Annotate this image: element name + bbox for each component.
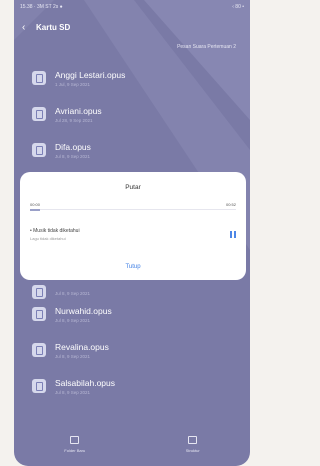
file-meta: Jul 8, 9 Sep 2021: [55, 153, 91, 159]
file-icon: [32, 143, 46, 157]
now-playing-row: • Musik tidak diketahui Lagu tidak diket…: [30, 228, 236, 242]
folder-name: Pesan Suara Pertemuan 2: [177, 44, 236, 50]
back-arrow-icon[interactable]: ‹: [22, 22, 36, 33]
file-icon: [32, 285, 46, 299]
app-header: ‹ Kartu SD: [14, 14, 250, 40]
file-icon: [32, 107, 46, 121]
phone-screen: 15.38 · 3M ST 2s ● ‹ 80 • ‹ Kartu SD Pes…: [14, 0, 250, 466]
file-name: Anggi Lestari.opus: [55, 69, 126, 80]
file-meta: 1 Jul, 9 Sep 2021: [55, 81, 91, 87]
status-right: ‹ 80 •: [232, 4, 244, 10]
total-time: 00:52: [225, 202, 236, 207]
bottom-bar: Folder Baru Struktur: [14, 422, 250, 466]
progress-slider[interactable]: [30, 208, 236, 211]
progress-fill: [30, 208, 41, 211]
file-meta: Jul 8, 9 Sep 2021: [55, 353, 91, 359]
file-name: Avriani.opus: [55, 105, 102, 116]
list-item[interactable]: Revalina.opus Jul 8, 9 Sep 2021: [32, 334, 240, 366]
file-meta: Jul 8, 9 Sep 2021: [55, 290, 91, 296]
dialog-title: Putar: [125, 184, 141, 191]
file-name: Difa.opus: [55, 141, 91, 152]
structure-button[interactable]: Struktur: [185, 435, 200, 453]
new-folder-label: Folder Baru: [64, 447, 86, 453]
play-dialog: Putar 00:00 00:52 • Musik tidak diketahu…: [20, 172, 246, 280]
list-item[interactable]: Salsabilah.opus Jul 8, 9 Sep 2021: [32, 370, 240, 402]
page-title: Kartu SD: [36, 22, 71, 32]
file-meta: Jul 8, 9 Sep 2021: [55, 389, 91, 395]
structure-label: Struktur: [185, 447, 200, 453]
now-playing-title: • Musik tidak diketahui: [30, 228, 80, 234]
file-icon: [32, 307, 46, 321]
current-time: 00:00: [30, 202, 41, 207]
list-item[interactable]: Nurwahid.opus Jul 8, 9 Sep 2021: [32, 298, 240, 330]
file-icon: [32, 343, 46, 357]
file-name: Nurwahid.opus: [55, 305, 112, 316]
status-bar: 15.38 · 3M ST 2s ● ‹ 80 •: [14, 0, 250, 14]
pause-icon[interactable]: [230, 231, 236, 238]
close-button[interactable]: Tutup: [20, 264, 246, 270]
list-item[interactable]: Anggi Lestari.opus 1 Jul, 9 Sep 2021: [32, 62, 240, 94]
list-item[interactable]: Difa.opus Jul 8, 9 Sep 2021: [32, 134, 240, 166]
list-item[interactable]: Avriani.opus Jul 28, 9 Sep 2021: [32, 98, 240, 130]
file-meta: Jul 28, 9 Sep 2021: [55, 117, 93, 123]
file-name: Revalina.opus: [55, 341, 109, 352]
folder-icon: [70, 435, 80, 444]
file-meta: Jul 8, 9 Sep 2021: [55, 317, 91, 323]
now-playing-subtitle: Lagu tidak diketahui: [30, 236, 66, 241]
structure-icon: [188, 435, 198, 444]
new-folder-button[interactable]: Folder Baru: [64, 435, 86, 453]
status-left: 15.38 · 3M ST 2s ●: [20, 4, 63, 10]
file-name: Salsabilah.opus: [55, 377, 116, 388]
file-icon: [32, 379, 46, 393]
file-icon: [32, 71, 46, 85]
